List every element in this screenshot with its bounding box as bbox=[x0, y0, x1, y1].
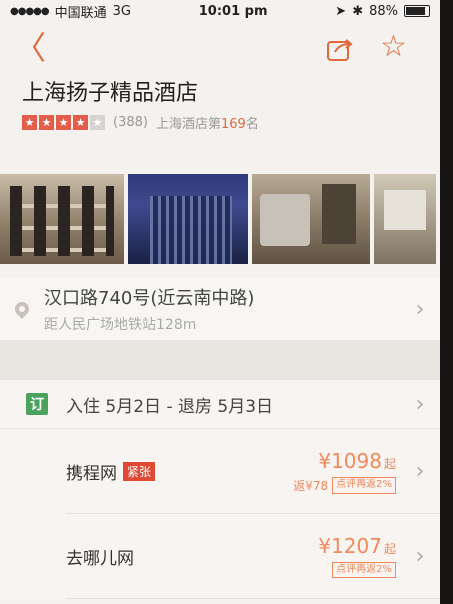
urgent-tag: 紧张 bbox=[123, 461, 156, 481]
stay-dates: 入住 5月2日 - 退房 5月3日 bbox=[66, 396, 274, 417]
battery-label: 88% bbox=[369, 3, 398, 19]
hotel-photo[interactable] bbox=[374, 174, 436, 264]
carrier-label: 中国联通 bbox=[54, 5, 107, 21]
chevron-right-icon: › bbox=[415, 296, 425, 322]
photo-border bbox=[440, 0, 453, 604]
nav-bar: 〈 ☆ bbox=[0, 22, 440, 78]
chevron-right-icon: › bbox=[415, 543, 425, 569]
section-divider bbox=[0, 340, 440, 380]
stay-dates-row[interactable]: 订 入住 5月2日 - 退房 5月3日 › bbox=[0, 380, 440, 429]
status-bar: ●●●●● 中国联通 3G 10:01 pm ➤ ✱ 88% bbox=[0, 0, 440, 22]
booking-icon: 订 bbox=[26, 393, 48, 415]
chevron-left-icon[interactable]: 〈 bbox=[14, 32, 46, 64]
location-pin-icon bbox=[0, 299, 44, 319]
address-main: 汉口路740号(近云南中路) bbox=[44, 288, 255, 309]
review-count[interactable]: (388) bbox=[113, 115, 148, 130]
hotel-photo[interactable] bbox=[0, 174, 124, 264]
star-empty-icon: ★ bbox=[90, 114, 105, 130]
chevron-right-icon: › bbox=[415, 391, 425, 417]
rating-stars: ★ ★ ★ ★ ★ bbox=[22, 114, 105, 130]
city-rank: 上海酒店第169名 bbox=[156, 113, 259, 132]
bluetooth-icon: ✱ bbox=[352, 3, 364, 19]
vendor-row[interactable]: 携程网 紧张 ¥1098 起 返¥78 点评再返2% › bbox=[66, 429, 440, 514]
star-filled-icon: ★ bbox=[56, 114, 71, 130]
location-icon: ➤ bbox=[335, 3, 347, 19]
hotel-photo[interactable] bbox=[128, 174, 248, 264]
review-rebate-badge: 点评再返2% bbox=[332, 562, 396, 578]
app-screen: ●●●●● 中国联通 3G 10:01 pm ➤ ✱ 88% 〈 ☆ 上海扬子精… bbox=[0, 0, 440, 604]
hotel-photo[interactable] bbox=[252, 174, 370, 264]
vendor-name: 去哪儿网 bbox=[66, 548, 134, 569]
price-suffix: 起 bbox=[383, 542, 396, 556]
share-icon[interactable] bbox=[326, 36, 354, 62]
hotel-name: 上海扬子精品酒店 bbox=[22, 81, 199, 106]
review-rebate-badge: 点评再返2% bbox=[332, 476, 396, 494]
vendor-price: ¥1098 bbox=[318, 448, 382, 473]
rating-row: ★ ★ ★ ★ ★ (388) 上海酒店第169名 bbox=[0, 110, 440, 134]
vendor-price: ¥1207 bbox=[318, 534, 382, 558]
rebate-text: 返¥78 bbox=[293, 478, 329, 493]
photo-gallery[interactable] bbox=[0, 174, 440, 264]
address-distance: 距人民广场地铁站128m bbox=[44, 317, 197, 333]
address-row[interactable]: 汉口路740号(近云南中路) 距人民广场地铁站128m › bbox=[0, 278, 440, 340]
battery-icon bbox=[404, 5, 430, 17]
rank-prefix: 上海酒店第 bbox=[155, 116, 221, 132]
star-filled-icon: ★ bbox=[39, 114, 54, 130]
signal-icon: ●●●●● bbox=[10, 5, 50, 17]
chevron-right-icon: › bbox=[415, 458, 425, 484]
vendor-row[interactable]: 去哪儿网 ¥1207 起 点评再返2% › bbox=[66, 514, 440, 599]
price-suffix: 起 bbox=[383, 456, 396, 471]
vendor-name: 携程网 bbox=[66, 463, 117, 484]
booking-section: 订 入住 5月2日 - 退房 5月3日 › 携程网 紧张 ¥1098 起 返¥78… bbox=[0, 380, 440, 599]
star-filled-icon: ★ bbox=[22, 114, 37, 130]
rank-number: 169 bbox=[220, 116, 246, 132]
star-filled-icon: ★ bbox=[73, 114, 88, 130]
star-outline-icon[interactable]: ☆ bbox=[380, 32, 407, 62]
rank-suffix: 名 bbox=[245, 116, 259, 132]
network-label: 3G bbox=[112, 3, 132, 19]
time-label: 10:01 pm bbox=[198, 3, 268, 19]
